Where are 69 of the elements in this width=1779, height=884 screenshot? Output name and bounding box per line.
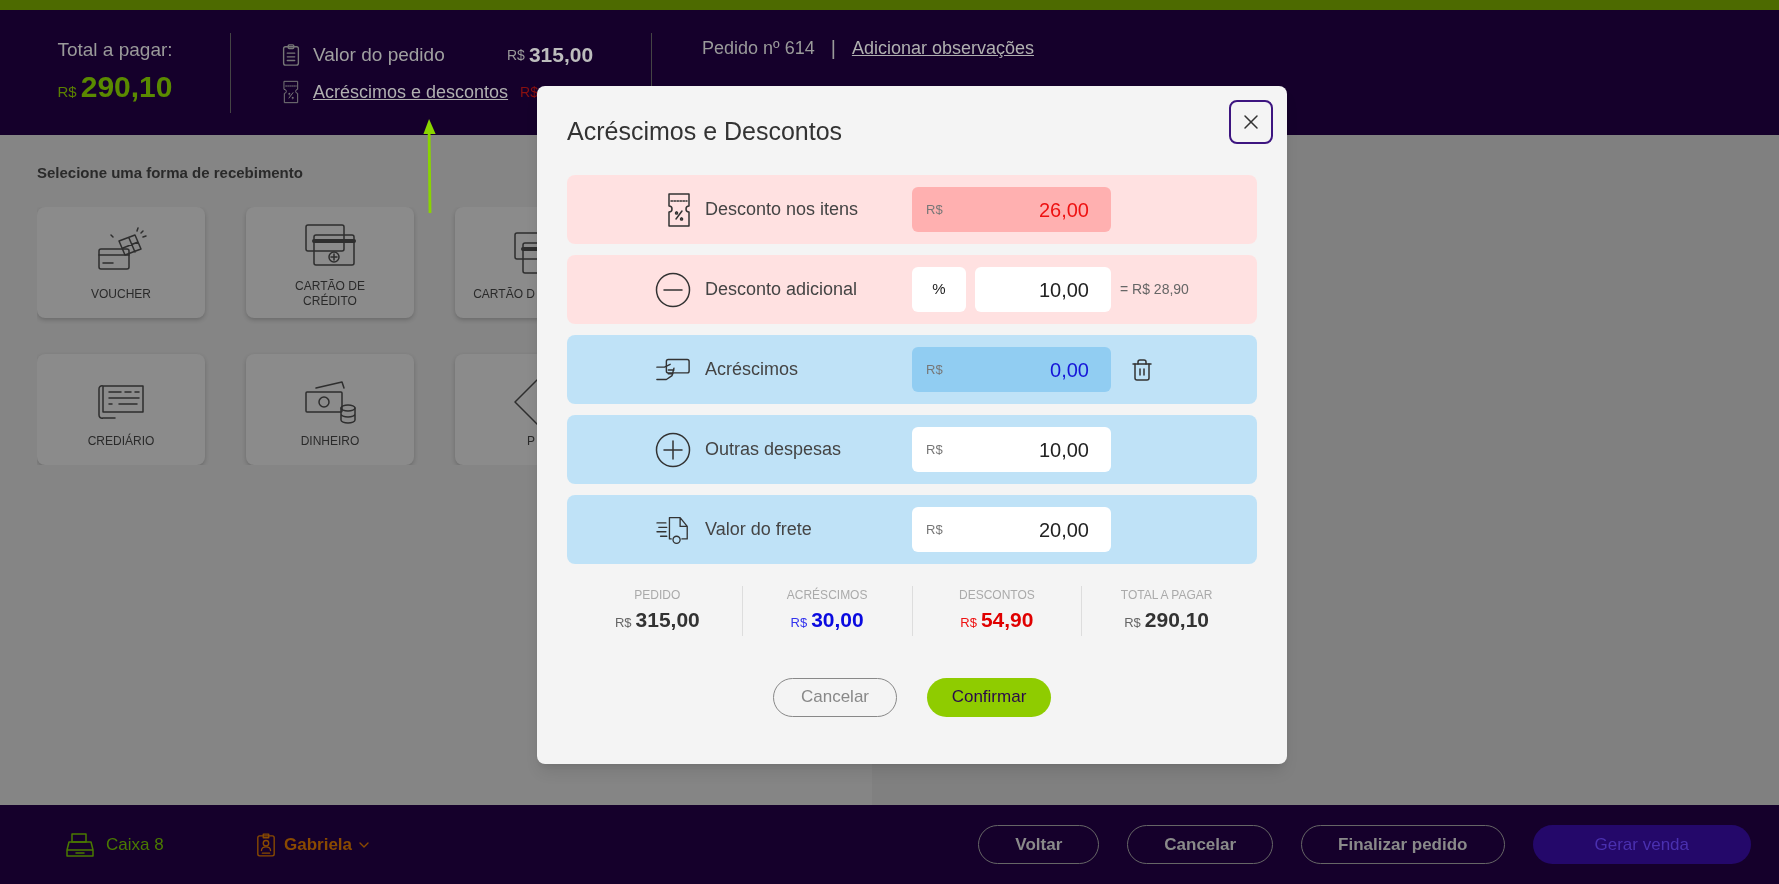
- row-label: Outras despesas: [704, 438, 843, 461]
- payment-method-label: CREDIÁRIO: [86, 433, 156, 449]
- notes-link[interactable]: Adicionar observações: [851, 34, 1034, 62]
- amount-field[interactable]: R$ 10,00: [912, 427, 1111, 472]
- payment-method-card[interactable]: VOUCHER: [37, 206, 205, 318]
- amount-value: 10,00: [1038, 437, 1090, 463]
- currency-label: R$: [926, 200, 943, 219]
- summary-label: TOTAL A PAGAR: [1120, 587, 1213, 604]
- payment-method-card[interactable]: CREDIÁRIO: [37, 353, 205, 465]
- row-label: Desconto adicional: [704, 278, 859, 301]
- trash-icon: [1130, 357, 1154, 382]
- delete-button[interactable]: [1130, 357, 1154, 382]
- currency-label: R$: [926, 360, 943, 379]
- unit-toggle[interactable]: %: [912, 267, 966, 312]
- order-value: 315,00: [528, 42, 594, 69]
- payment-method-card[interactable]: DINHEIRO: [246, 353, 414, 465]
- dialog-title: Acréscimos e Descontos: [567, 116, 843, 148]
- row-label: Acréscimos: [704, 358, 799, 381]
- clipboard-icon: [281, 43, 301, 67]
- amount-field[interactable]: R$ 20,00: [912, 507, 1111, 552]
- payment-method-card[interactable]: CARTÃO DE CRÉDITO: [246, 206, 414, 318]
- payment-method-label: CARTÃO DE CRÉDITO: [294, 279, 366, 309]
- plus-circle-icon: [655, 431, 691, 468]
- total-label: Total a pagar:: [57, 37, 173, 62]
- dialog-button[interactable]: Confirmar: [927, 677, 1051, 717]
- summary-amount: 54,90: [980, 607, 1034, 633]
- currency-label: R$: [960, 614, 977, 632]
- currency-label: R$: [614, 614, 632, 632]
- row-label: Desconto nos itens: [704, 198, 860, 221]
- summary-label: DESCONTOS: [958, 587, 1035, 604]
- currency-label: R$: [57, 82, 77, 103]
- payment-method-card[interactable]: P: [455, 353, 537, 465]
- summary-amount: 315,00: [635, 607, 700, 633]
- payment-method-label: CARTÃO D: [472, 286, 535, 302]
- amount-field[interactable]: 10,00: [975, 267, 1111, 312]
- operator-name[interactable]: Gabriela: [284, 831, 353, 858]
- payment-method-label: VOUCHER: [90, 286, 152, 302]
- order-value-label: Valor do pedido: [313, 42, 446, 67]
- ticket-percent-icon: [281, 80, 301, 105]
- amount-value: 20,00: [1038, 517, 1090, 543]
- equivalent-amount: = R$ 28,90: [1120, 280, 1189, 299]
- amount-value: 0,00: [1050, 357, 1090, 383]
- row-label: Valor do frete: [704, 518, 813, 541]
- adjustments-link[interactable]: Acréscimos e descontos: [313, 78, 509, 106]
- id-badge-icon: [256, 830, 276, 859]
- ticket-percent-icon: [667, 191, 691, 228]
- currency-label: R$: [1124, 614, 1141, 632]
- payment-method-label: P: [526, 433, 535, 449]
- currency-label: R$: [520, 82, 538, 102]
- amount-value: 10,00: [1038, 277, 1090, 303]
- currency-label: R$: [790, 614, 808, 632]
- separator: |: [830, 36, 836, 61]
- register-label: Caixa 8: [106, 833, 165, 856]
- minus-circle-icon: [655, 271, 691, 308]
- cash-register-icon: [66, 830, 94, 859]
- currency-label: R$: [926, 440, 943, 459]
- currency-label: R$: [507, 45, 525, 65]
- section-title: Selecione uma forma de recebimento: [37, 163, 304, 183]
- summary-label: PEDIDO: [634, 587, 681, 604]
- summary-label: ACRÉSCIMOS: [786, 586, 868, 604]
- total-amount: 290,10: [80, 69, 173, 106]
- payment-method-card[interactable]: CARTÃO D: [455, 206, 537, 318]
- close-button[interactable]: [1229, 100, 1273, 144]
- order-number: Pedido nº 614: [702, 36, 815, 60]
- amount-value: 26,00: [1038, 197, 1090, 223]
- payment-method-label: DINHEIRO: [299, 433, 361, 449]
- currency-label: R$: [926, 520, 943, 539]
- summary-amount: 290,10: [1144, 607, 1210, 633]
- summary-amount: 30,00: [811, 607, 864, 633]
